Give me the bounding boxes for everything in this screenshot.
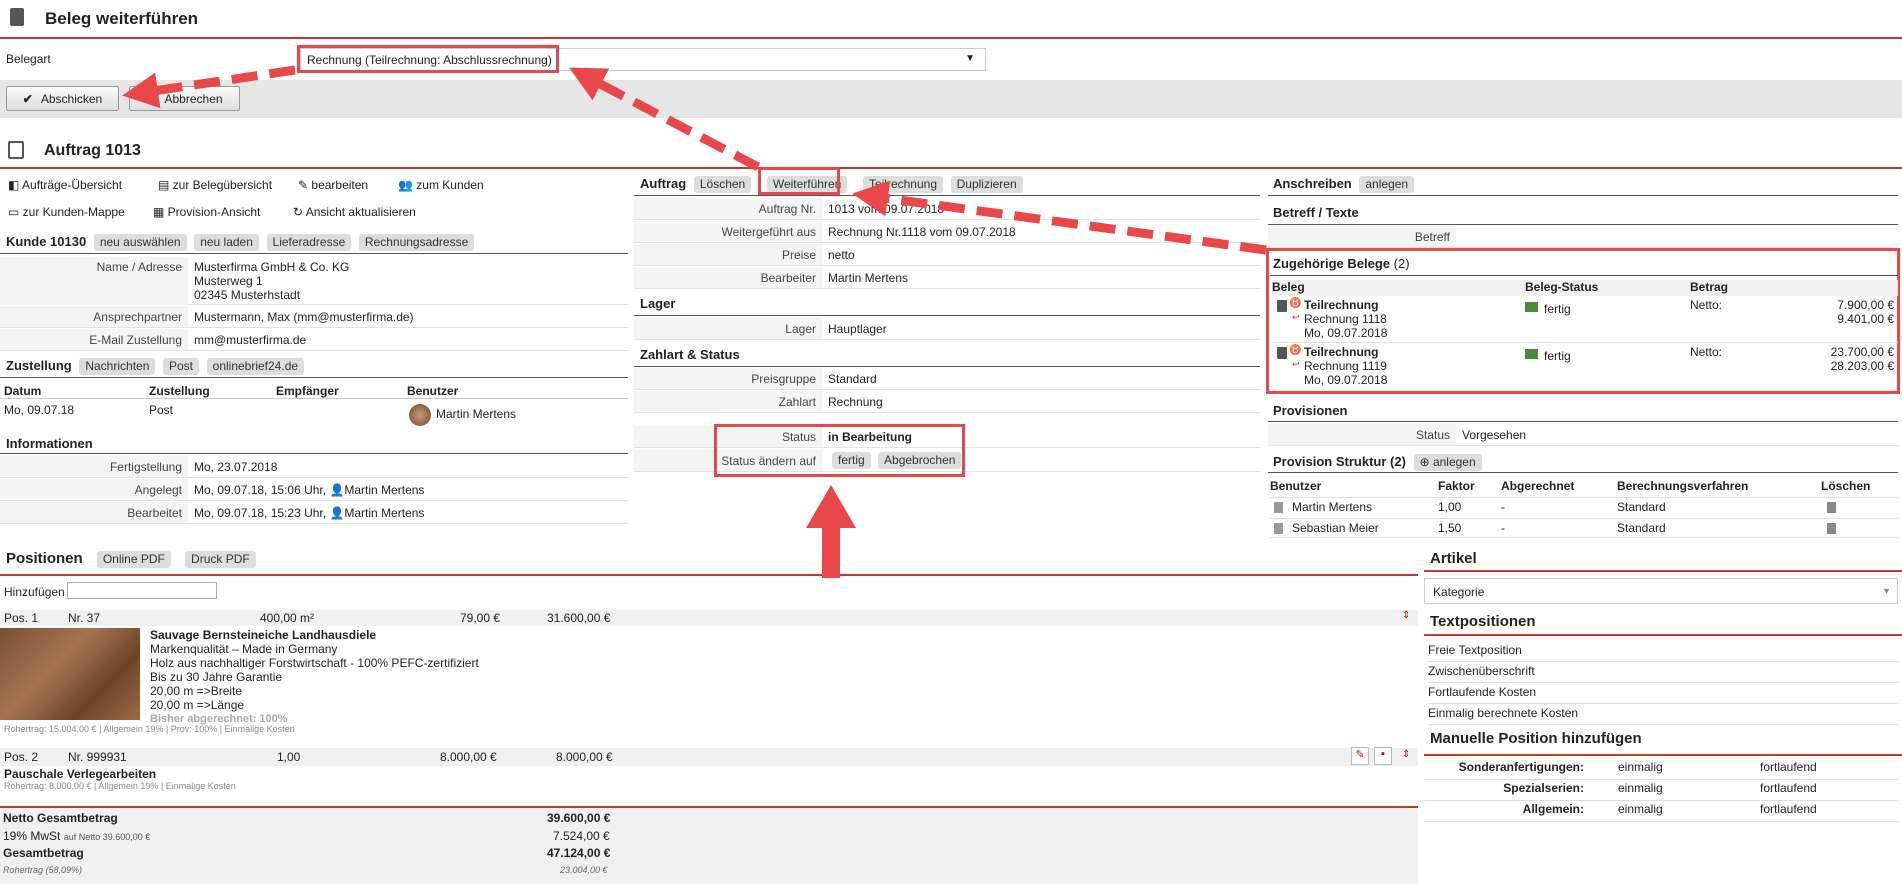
annotation-arrows: [122, 65, 1267, 578]
